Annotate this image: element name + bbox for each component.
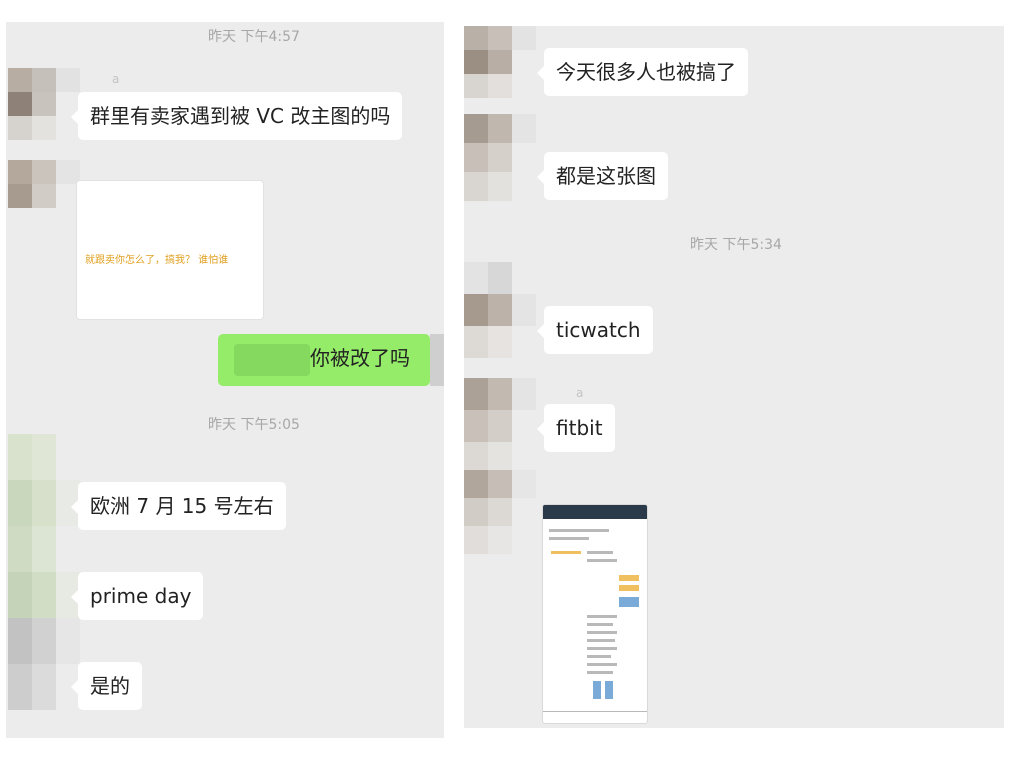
avatar[interactable]: [464, 378, 536, 474]
message-bubble[interactable]: 群里有卖家遇到被 VC 改主图的吗: [70, 92, 403, 140]
avatar[interactable]: [8, 160, 80, 208]
sender-name-blurred: a: [112, 72, 120, 86]
message-text: 是的: [90, 674, 130, 698]
message-text: 今天很多人也被搞了: [556, 60, 736, 84]
timestamp: 昨天 下午5:05: [208, 417, 300, 433]
screenshot-header: [543, 505, 647, 519]
message-text: 欧洲 7 月 15 号左右: [90, 494, 274, 518]
message-bubble[interactable]: 是的: [71, 662, 142, 710]
message-text: 你被改了吗: [310, 346, 410, 370]
avatar[interactable]: [464, 262, 536, 358]
avatar[interactable]: [8, 68, 80, 140]
message-text: 都是这张图: [556, 164, 656, 188]
left-chat-panel: 昨天 下午4:57 a 群里有卖家遇到被 VC 改主图的吗 就跟卖你怎么了，搞我…: [6, 22, 444, 738]
avatar[interactable]: [464, 26, 536, 98]
self-avatar[interactable]: [430, 334, 444, 386]
message-text: fitbit: [556, 416, 603, 440]
timestamp: 昨天 下午5:34: [690, 237, 782, 253]
right-chat-panel: 今天很多人也被搞了 都是这张图 昨天 下午5:34 ticwatch a fit…: [464, 26, 1004, 728]
image-message[interactable]: 就跟卖你怎么了，搞我？ 谁怕谁: [76, 180, 264, 320]
message-bubble[interactable]: 今天很多人也被搞了: [537, 48, 748, 96]
avatar-column-blurred[interactable]: [8, 434, 80, 710]
message-bubble[interactable]: 都是这张图: [537, 152, 668, 200]
message-text: ticwatch: [556, 318, 641, 342]
blurred-content: [234, 344, 310, 376]
avatar[interactable]: [464, 470, 536, 554]
message-text: 群里有卖家遇到被 VC 改主图的吗: [90, 104, 391, 128]
screenshot-image-message[interactable]: [542, 504, 648, 724]
avatar[interactable]: [464, 114, 536, 202]
sender-name-blurred: a: [576, 386, 584, 400]
message-bubble[interactable]: 欧洲 7 月 15 号左右: [71, 482, 286, 530]
message-bubble[interactable]: ticwatch: [537, 306, 653, 354]
message-text: prime day: [90, 584, 192, 608]
message-bubble[interactable]: fitbit: [537, 404, 615, 452]
image-caption: 就跟卖你怎么了，搞我？ 谁怕谁: [85, 255, 229, 266]
timestamp: 昨天 下午4:57: [208, 29, 300, 45]
message-bubble[interactable]: prime day: [70, 572, 204, 620]
